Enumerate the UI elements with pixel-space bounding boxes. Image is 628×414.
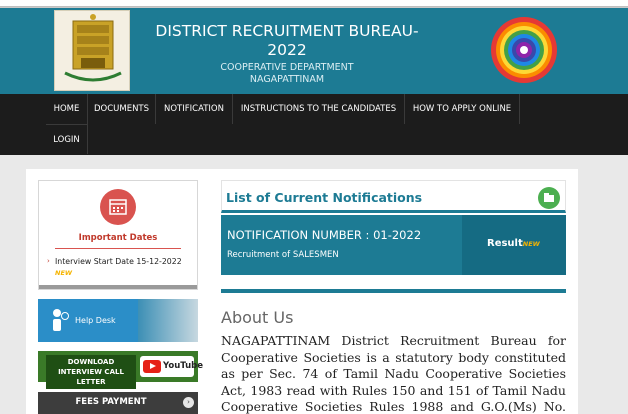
- folder-icon: [538, 187, 560, 209]
- notifications-divider: [221, 289, 566, 293]
- content-container: Important Dates › Interview Start Date 1…: [26, 169, 578, 414]
- page-title: DISTRICT RECRUITMENT BUREAU- 2022: [155, 22, 419, 59]
- about-text: NAGAPATTINAM District Recruitment Bureau…: [221, 333, 566, 414]
- youtube-label: YouTube: [163, 361, 204, 371]
- result-label: ResultNEW: [487, 238, 540, 249]
- important-dates-divider: [55, 248, 181, 249]
- interview-date-text: Interview Start Date 15-12-2022: [55, 257, 182, 266]
- result-link[interactable]: ResultNEW: [462, 215, 566, 275]
- calendar-icon: [100, 189, 136, 225]
- helpdesk-photo: [138, 299, 198, 342]
- helpdesk-label: Help Desk: [75, 316, 116, 325]
- nav-documents[interactable]: DOCUMENTS: [88, 94, 156, 124]
- new-badge: NEW: [55, 269, 73, 277]
- download-call-letter-banner[interactable]: DOWNLOAD INTERVIEW CALL LETTER YouTube: [38, 351, 203, 389]
- result-text: Result: [487, 238, 523, 249]
- tn-emblem-logo: [54, 10, 130, 91]
- top-divider: [0, 6, 628, 7]
- fees-payment-label: FEES PAYMENT: [75, 397, 147, 407]
- main-nav: HOME DOCUMENTS NOTIFICATION INSTRUCTIONS…: [0, 94, 628, 155]
- notification-card[interactable]: NOTIFICATION NUMBER : 01-2022 Recruitmen…: [221, 215, 462, 275]
- notifications-header: List of Current Notifications: [221, 180, 566, 213]
- helpdesk-banner[interactable]: Help Desk: [38, 299, 198, 342]
- nav-login[interactable]: LOGIN: [46, 124, 88, 154]
- notification-description: Recruitment of SALESMEN: [227, 250, 339, 260]
- arrow-right-icon: ›: [183, 397, 194, 408]
- site-header: DISTRICT RECRUITMENT BUREAU- 2022 COOPER…: [0, 8, 628, 94]
- nav-instructions[interactable]: INSTRUCTIONS TO THE CANDIDATES: [233, 94, 405, 124]
- header-subtitle: COOPERATIVE DEPARTMENT NAGAPATTINAM: [150, 62, 424, 86]
- nav-how-to-apply[interactable]: HOW TO APPLY ONLINE: [405, 94, 520, 124]
- panel-footer-stripe: [39, 285, 197, 289]
- chevron-right-icon: ›: [47, 257, 50, 265]
- department-label: COOPERATIVE DEPARTMENT: [220, 62, 354, 73]
- notification-number: NOTIFICATION NUMBER : 01-2022: [227, 228, 422, 242]
- interview-date-item[interactable]: › Interview Start Date 15-12-2022 NEW: [47, 256, 193, 279]
- top-strip: [0, 0, 628, 8]
- nav-home[interactable]: HOME: [46, 94, 88, 124]
- nav-notification[interactable]: NOTIFICATION: [156, 94, 233, 124]
- person-info-icon: [48, 307, 70, 333]
- district-label: NAGAPATTINAM: [249, 74, 325, 85]
- cooperative-logo: [490, 16, 558, 84]
- result-new-badge: NEW: [522, 240, 540, 248]
- play-icon: [143, 360, 161, 373]
- important-dates-panel: Important Dates › Interview Start Date 1…: [38, 180, 198, 290]
- important-dates-title: Important Dates: [78, 233, 158, 243]
- youtube-logo: YouTube: [140, 356, 203, 377]
- download-call-letter-label: DOWNLOAD INTERVIEW CALL LETTER: [46, 355, 136, 389]
- fees-payment-button[interactable]: FEES PAYMENT ›: [38, 392, 198, 414]
- notifications-title: List of Current Notifications: [226, 190, 423, 205]
- about-title: About Us: [221, 308, 294, 327]
